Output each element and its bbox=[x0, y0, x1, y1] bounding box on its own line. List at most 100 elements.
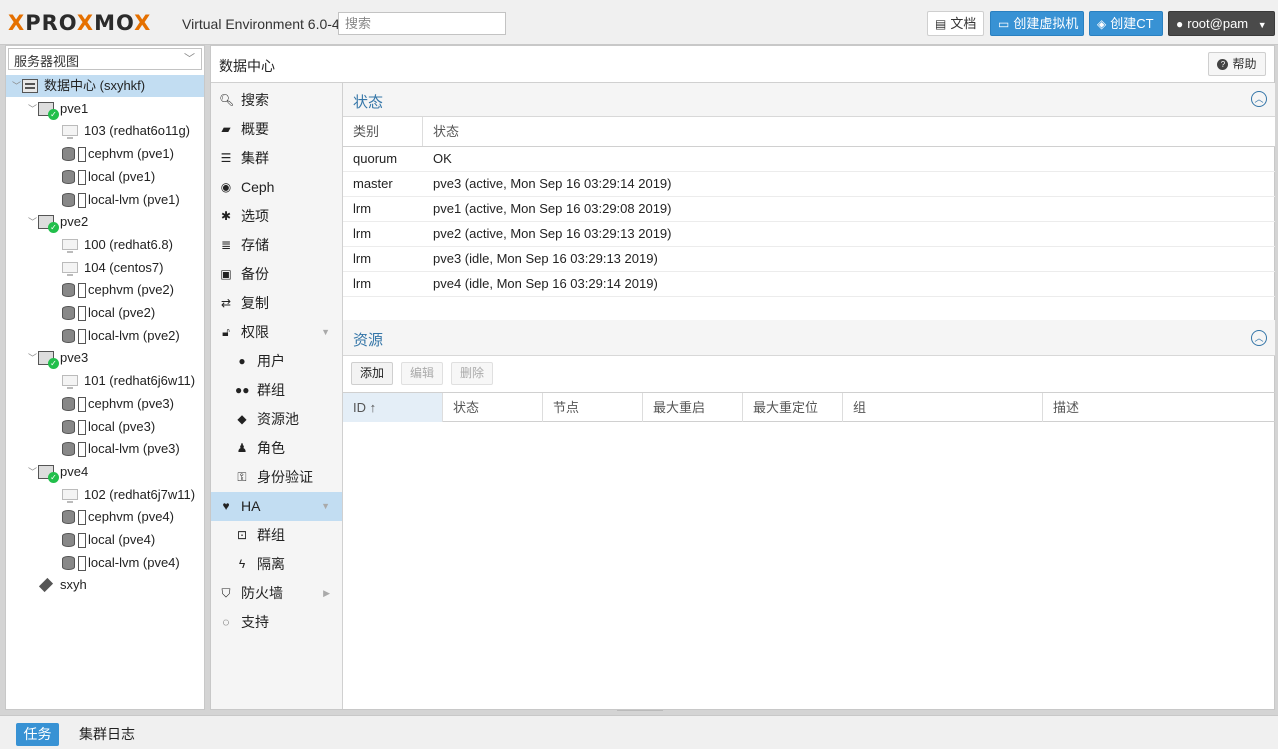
nav-item[interactable]: 🔍︎ 搜索 bbox=[211, 86, 342, 115]
nav-item[interactable]: ϟ 隔离 bbox=[211, 550, 342, 579]
nav-item[interactable]: ▰ 概要 bbox=[211, 115, 342, 144]
tree-node[interactable]: cephvm (pve2) bbox=[6, 279, 204, 301]
tree-node[interactable]: local (pve4) bbox=[6, 529, 204, 551]
tree-node-label: local (pve2) bbox=[88, 305, 156, 320]
nav-item-label: 备份 bbox=[241, 266, 269, 282]
nav-item[interactable]: ⛉ 防火墙 ▶ bbox=[211, 579, 342, 608]
nav-item[interactable]: ● 用户 bbox=[211, 347, 342, 376]
nav-item-label: 权限 bbox=[241, 324, 269, 340]
collapse-icon[interactable]: ︿ bbox=[1251, 91, 1267, 107]
tree-node-label: local-lvm (pve4) bbox=[88, 554, 180, 570]
nav-item-label: 选项 bbox=[241, 208, 269, 224]
table-row[interactable]: lrm pve1 (active, Mon Sep 16 03:29:08 201… bbox=[343, 197, 1275, 222]
tree-node[interactable]: ﹀ pve3 bbox=[6, 347, 204, 370]
column-header-node[interactable]: 节点 bbox=[543, 393, 643, 422]
edit-button[interactable]: 编辑 bbox=[401, 362, 444, 385]
nav-item[interactable]: ♟ 角色 bbox=[211, 434, 342, 463]
nav-item[interactable]: ☰ 集群 bbox=[211, 144, 342, 173]
tree-node-label: local (pve3) bbox=[88, 418, 156, 434]
tree-node[interactable]: ﹀ pve4 bbox=[6, 461, 204, 483]
nav-item[interactable]: ◌ 支持 bbox=[211, 608, 342, 637]
tree-node[interactable]: local (pve3) bbox=[6, 416, 204, 438]
nav-item[interactable]: 🔓︎ 权限 ▼ bbox=[211, 318, 342, 347]
expand-toggle-icon[interactable]: ﹀ bbox=[28, 211, 37, 233]
help-button[interactable]: ? 帮助 bbox=[1208, 52, 1266, 76]
tree-node[interactable]: 103 (redhat6o11g) bbox=[6, 120, 204, 142]
nav-item[interactable]: ♥ HA ▼ bbox=[211, 492, 342, 521]
tree-node[interactable]: 104 (centos7) bbox=[6, 257, 204, 279]
column-header-status[interactable]: 状态 bbox=[423, 117, 1275, 146]
tree-node[interactable]: local-lvm (pve3) bbox=[6, 438, 204, 460]
column-header-type[interactable]: 类别 bbox=[343, 117, 423, 146]
tree-node[interactable]: local-lvm (pve2) bbox=[6, 325, 204, 347]
tree-node[interactable]: 101 (redhat6j6w11) bbox=[6, 370, 204, 392]
expand-toggle-icon[interactable]: ﹀ bbox=[12, 75, 21, 97]
delete-button[interactable]: 删除 bbox=[451, 362, 494, 385]
nav-item[interactable]: ◆ 资源池 bbox=[211, 405, 342, 434]
create-ct-button[interactable]: ◈ 创建CT bbox=[1089, 11, 1163, 36]
tree-node[interactable]: local-lvm (pve4) bbox=[6, 552, 204, 574]
expand-toggle-icon[interactable]: ﹀ bbox=[28, 461, 37, 483]
create-vm-button[interactable]: ▭ 创建虚拟机 bbox=[990, 11, 1084, 36]
column-header-id[interactable]: ID ↑ bbox=[343, 393, 443, 422]
nav-item-label: 角色 bbox=[257, 440, 285, 456]
tree-node[interactable]: local (pve1) bbox=[6, 166, 204, 188]
tree-node[interactable]: local-lvm (pve1) bbox=[6, 189, 204, 211]
nav-item[interactable]: ✱ 选项 bbox=[211, 202, 342, 231]
tree-node[interactable]: sxyh bbox=[6, 574, 204, 596]
table-row[interactable]: master pve3 (active, Mon Sep 16 03:29:14 … bbox=[343, 172, 1275, 197]
tree-node[interactable]: cephvm (pve1) bbox=[6, 143, 204, 165]
database-icon: ≣ bbox=[220, 238, 232, 252]
cell-status: pve3 (active, Mon Sep 16 03:29:14 2019) bbox=[433, 176, 672, 191]
chevron-down-icon: ﹀ bbox=[184, 53, 195, 65]
help-label: 帮助 bbox=[1232, 57, 1257, 71]
tree-node[interactable]: local (pve2) bbox=[6, 302, 204, 324]
tree-node[interactable]: cephvm (pve3) bbox=[6, 393, 204, 415]
nav-item[interactable]: ⊡ 群组 bbox=[211, 521, 342, 550]
tree-node-label: 104 (centos7) bbox=[84, 259, 164, 275]
shield-icon: ⛉ bbox=[221, 586, 231, 600]
user-menu-button[interactable]: ● root@pam ▼ bbox=[1168, 11, 1275, 36]
nav-item[interactable]: ▣ 备份 bbox=[211, 260, 342, 289]
nav-item[interactable]: ⚿ 身份验证 bbox=[211, 463, 342, 492]
column-header-group[interactable]: 组 bbox=[843, 393, 1043, 422]
add-button[interactable]: 添加 bbox=[351, 362, 394, 385]
tree-node[interactable]: cephvm (pve4) bbox=[6, 506, 204, 528]
nav-item[interactable]: ⇄ 复制 bbox=[211, 289, 342, 318]
table-row[interactable]: lrm pve3 (idle, Mon Sep 16 03:29:13 2019) bbox=[343, 247, 1275, 272]
expand-toggle-icon[interactable]: ﹀ bbox=[28, 347, 37, 369]
table-row[interactable]: quorum OK bbox=[343, 147, 1275, 172]
storage-icon bbox=[62, 328, 86, 344]
table-row[interactable]: lrm pve2 (active, Mon Sep 16 03:29:13 201… bbox=[343, 222, 1275, 247]
expand-toggle-icon[interactable]: ﹀ bbox=[28, 98, 37, 120]
tree-node[interactable]: ﹀ 数据中心 (sxyhkf) bbox=[6, 75, 204, 97]
docs-button[interactable]: ▤ 文档 bbox=[927, 11, 984, 36]
nav-item[interactable]: ≣ 存储 bbox=[211, 231, 342, 260]
resources-toolbar: 添加 编辑 删除 bbox=[343, 356, 1275, 392]
tree-node[interactable]: ﹀ pve1 bbox=[6, 98, 204, 120]
nav-item[interactable]: ●● 群组 bbox=[211, 376, 342, 405]
search-input[interactable] bbox=[338, 12, 506, 35]
tab-tasks[interactable]: 任务 bbox=[16, 723, 59, 746]
tree-node-label: pve3 bbox=[60, 350, 89, 366]
storage-icon bbox=[62, 147, 86, 163]
bottom-bar: 任务 集群日志 bbox=[0, 715, 1278, 749]
heartbeat-icon: ♥ bbox=[222, 499, 230, 513]
retweet-icon: ⇄ bbox=[220, 296, 232, 310]
tree-node-label: sxyh bbox=[60, 577, 87, 593]
column-header-max-restart[interactable]: 最大重启 bbox=[643, 393, 743, 422]
column-header-description[interactable]: 描述 bbox=[1043, 393, 1275, 422]
nav-item[interactable]: ◉ Ceph bbox=[211, 173, 342, 202]
tree-node[interactable]: 102 (redhat6j7w11) bbox=[6, 484, 204, 506]
tree-node[interactable]: ﹀ pve2 bbox=[6, 211, 204, 234]
view-select[interactable]: 服务器视图 ﹀ bbox=[8, 48, 202, 70]
nav-item-label: 存储 bbox=[241, 237, 269, 253]
proxmox-logo[interactable]: XPROXMOX bbox=[8, 12, 151, 34]
tab-cluster-log[interactable]: 集群日志 bbox=[79, 723, 135, 746]
column-header-state[interactable]: 状态 bbox=[443, 393, 543, 422]
bolt-icon: ϟ bbox=[238, 557, 246, 571]
table-row[interactable]: lrm pve4 (idle, Mon Sep 16 03:29:14 2019) bbox=[343, 272, 1275, 297]
collapse-icon[interactable]: ︿ bbox=[1251, 330, 1267, 346]
tree-node[interactable]: 100 (redhat6.8) bbox=[6, 234, 204, 256]
column-header-max-relocate[interactable]: 最大重定位 bbox=[743, 393, 843, 422]
